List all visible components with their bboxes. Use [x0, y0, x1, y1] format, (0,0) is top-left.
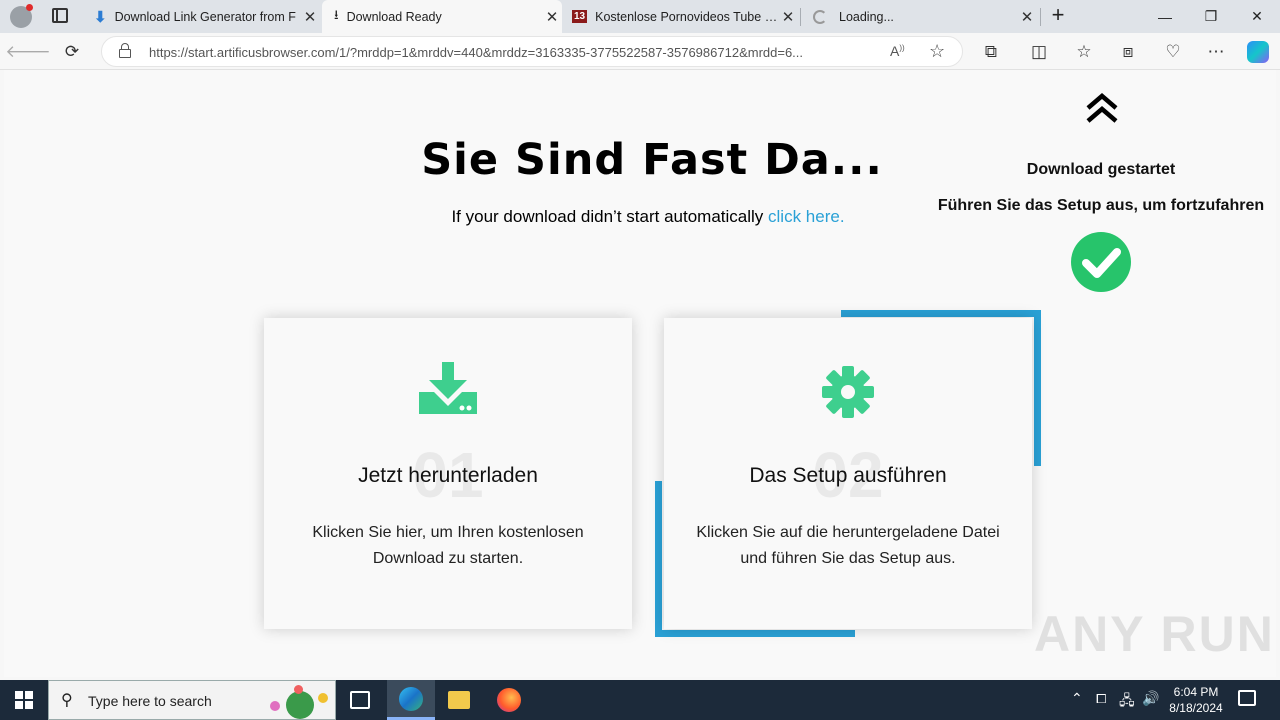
notification-dot [26, 4, 33, 11]
download-icon [419, 362, 477, 421]
chevron-up-icon[interactable] [1084, 90, 1120, 126]
tab-download-link-generator[interactable]: ⬇ Download Link Generator from F ✕ [86, 0, 320, 33]
file-explorer-icon[interactable] [448, 691, 470, 709]
profile-avatar[interactable] [10, 4, 33, 28]
tab-title: Kostenlose Pornovideos Tube & C [595, 9, 778, 24]
system-tray-icon[interactable]: ⧠ [1096, 691, 1106, 707]
run-setup-instruction: Führen Sie das Setup aus, um fortzufahre… [937, 197, 1265, 214]
windows-start-icon[interactable] [15, 691, 33, 709]
volume-icon[interactable]: 🔊 [1142, 690, 1159, 707]
tab-separator [1040, 8, 1041, 26]
step-title: Jetzt herunterladen [358, 464, 538, 487]
close-icon[interactable]: ✕ [778, 8, 798, 26]
tab-kostenlose[interactable]: 13 Kostenlose Pornovideos Tube & C ✕ [564, 0, 798, 33]
taskbar-clock[interactable]: 6:04 PM 8/18/2024 [1163, 684, 1229, 716]
split-screen-icon[interactable]: ◫ [1024, 37, 1054, 67]
clock-time: 6:04 PM [1173, 685, 1219, 699]
step-description: Klicken Sie hier, um Ihren kostenlosen D… [312, 524, 584, 567]
step-card-download[interactable]: 01 Jetzt herunterladen Klicken Sie hier,… [264, 318, 632, 629]
chevron-up-tray-icon[interactable]: ⌃ [1071, 690, 1083, 707]
tab-download-ready[interactable]: ⭳ Download Ready ✕ [322, 0, 562, 33]
task-view-icon[interactable] [350, 691, 370, 709]
address-bar[interactable]: https://start.artificusbrowser.com/1/?mr… [101, 36, 963, 67]
taskbar-search-box[interactable]: ⚲ Type here to search [48, 680, 336, 720]
search-icon: ⚲ [61, 692, 73, 709]
notifications-icon[interactable] [1238, 690, 1256, 706]
refresh-button[interactable]: ⟳ [57, 37, 87, 67]
url-text[interactable]: https://start.artificusbrowser.com/1/?mr… [149, 45, 884, 60]
close-icon[interactable]: ✕ [542, 8, 562, 26]
tab-actions-icon[interactable] [52, 8, 68, 23]
tab-title: Download Link Generator from F [114, 9, 296, 24]
minimize-button[interactable]: — [1142, 0, 1188, 33]
step-description: Klicken Sie auf die heruntergeladene Dat… [696, 524, 1000, 567]
firefox-icon[interactable] [497, 688, 521, 712]
extensions-icon[interactable]: ⧉ [976, 37, 1006, 67]
loading-spinner-icon [813, 9, 827, 24]
edge-taskbar-icon[interactable] [387, 680, 435, 720]
read-aloud-icon[interactable]: A)) [890, 43, 905, 59]
network-icon[interactable]: 🖧 [1119, 690, 1135, 714]
lock-icon[interactable] [119, 43, 131, 58]
copilot-icon[interactable] [1243, 37, 1273, 67]
search-highlight-image [264, 685, 332, 719]
back-button[interactable]: 🡐 [5, 37, 51, 67]
auto-download-text: If your download didn’t start automatica… [451, 207, 769, 226]
close-window-button[interactable]: ✕ [1234, 0, 1280, 33]
click-here-link[interactable]: click here. [768, 207, 845, 226]
collections-icon[interactable]: ⧈ [1113, 37, 1143, 67]
tab-title: Download Ready [346, 9, 442, 24]
gear-icon [822, 366, 874, 423]
new-tab-button[interactable]: + [1047, 4, 1069, 28]
page-content: Sie Sind Fast Da... If your download did… [4, 70, 1276, 677]
close-icon[interactable]: ✕ [300, 8, 320, 26]
tab-bar: ⬇ Download Link Generator from F ✕ ⭳ Dow… [0, 0, 1280, 33]
site-favicon: 13 [572, 10, 588, 23]
checkmark-icon [1071, 232, 1131, 292]
tab-separator [800, 8, 801, 26]
step-card-setup[interactable]: 02 Das Setup ausführen Klicken Sie auf d… [664, 318, 1032, 629]
taskbar: ⚲ Type here to search ⌃ ⧠ 🖧 🔊 6:04 PM 8/… [0, 680, 1280, 720]
favorites-icon[interactable]: ☆ [1069, 37, 1099, 67]
step-title: Das Setup ausführen [749, 464, 947, 487]
tab-title: Loading... [839, 9, 894, 24]
navigation-bar: 🡐 ⟳ https://start.artificusbrowser.com/1… [0, 33, 1280, 70]
more-menu-icon[interactable]: ⋯ [1201, 37, 1231, 67]
restore-button[interactable]: ❐ [1188, 0, 1234, 33]
clock-date: 8/18/2024 [1169, 701, 1223, 715]
browser-essentials-icon[interactable]: ♡ [1158, 37, 1188, 67]
favorite-star-icon[interactable]: ☆ [929, 41, 945, 62]
download-arrow-icon: ⬇ [94, 8, 107, 26]
close-icon[interactable]: ✕ [1017, 8, 1037, 26]
search-placeholder: Type here to search [88, 693, 212, 709]
tab-loading[interactable]: Loading... ✕ [803, 0, 1037, 33]
anyrun-watermark: ANY RUN [1034, 606, 1275, 662]
download-started-title: Download gestartet [1026, 161, 1176, 178]
